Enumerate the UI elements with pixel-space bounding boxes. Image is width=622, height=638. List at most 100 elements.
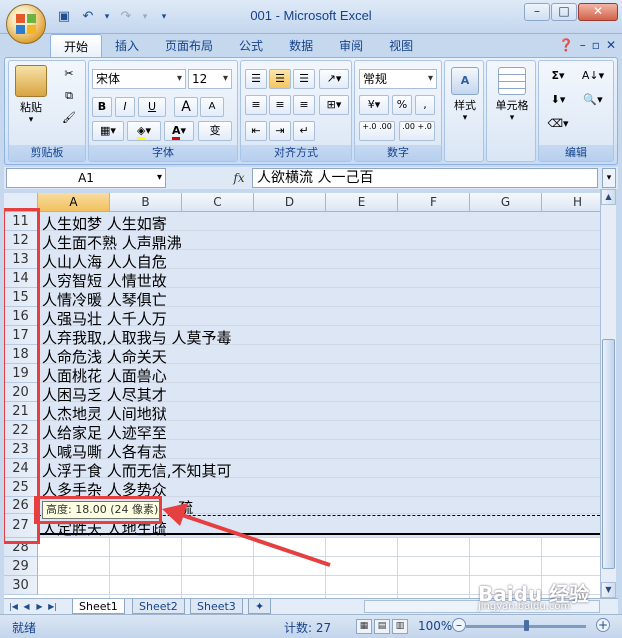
zoom-level[interactable]: 100% [418,619,452,633]
align-right-button[interactable]: ≡ [293,95,315,115]
increase-indent-button[interactable]: ⇥ [269,121,291,141]
grow-font-button[interactable]: A [174,97,198,117]
next-sheet-icon[interactable]: ▶ [34,600,45,613]
normal-view-icon[interactable]: ▦ [356,619,372,634]
sheet-tab-2[interactable]: Sheet2 [132,599,185,614]
number-format-select[interactable]: 常规 [359,69,437,89]
ribbon-close-icon[interactable]: ✕ [606,38,616,52]
tab-page-layout[interactable]: 页面布局 [152,34,226,58]
clear-button[interactable]: ⌫▾ [543,115,573,135]
tab-home[interactable]: 开始 [50,34,103,58]
status-bar: 就绪 计数: 27 ▦ ▤ ▥ 100% – + [0,614,622,638]
find-select-button[interactable]: 🔍▾ [577,91,609,111]
percent-button[interactable]: % [392,95,412,115]
ribbon: 粘贴 ▾ ✂ ⧉ 🖌 剪贴板 宋体 12 B I U A A ▦▾ ◈▾ A▾ … [4,57,618,165]
cells-icon [498,67,526,95]
font-group: 宋体 12 B I U A A ▦▾ ◈▾ A▾ 变 字体 [88,60,238,162]
cut-icon[interactable]: ✂ [59,65,79,85]
worksheet-grid[interactable]: A B C D E F G H 11 人生如梦 人生如寄 12 人生面不熟 人声鼎沸 13 人山人海 人人… [4,193,600,598]
first-sheet-icon[interactable]: |◀ [8,600,19,613]
phonetic-button[interactable]: 变 [198,121,232,141]
alignment-group: ☰ ☰ ☰ ↗▾ ≡ ≡ ≡ ⊞▾ ⇤ ⇥ ↵ 对齐方式 [240,60,352,162]
decrease-decimal-button[interactable]: .00 +.0 [399,121,435,141]
font-color-button[interactable]: A▾ [164,121,194,141]
italic-button[interactable]: I [115,97,135,117]
number-group-title: 数字 [355,145,441,161]
align-bottom-button[interactable]: ☰ [293,69,315,89]
font-group-title: 字体 [89,145,237,161]
insert-function-button[interactable]: fx [226,169,252,187]
maximize-button[interactable]: □ [551,3,577,21]
paste-button[interactable]: 粘贴 ▾ [13,65,49,125]
format-painter-icon[interactable]: 🖌 [59,109,79,129]
scroll-up-icon[interactable]: ▲ [601,189,616,205]
office-logo-icon [15,13,37,35]
help-icon[interactable]: ❓ [559,38,574,52]
zoom-slider-thumb[interactable] [524,620,529,631]
font-size-select[interactable]: 12 [188,69,232,89]
zoom-out-icon[interactable]: – [452,618,466,632]
tab-view[interactable]: 视图 [376,34,426,58]
underline-button[interactable]: U [138,97,166,117]
last-sheet-icon[interactable]: ▶| [47,600,58,613]
status-ready: 就绪 [12,621,37,635]
sheet-tab-3[interactable]: Sheet3 [190,599,243,614]
autosum-button[interactable]: Σ▾ [543,67,573,87]
shrink-font-button[interactable]: A [200,97,224,117]
cells-button[interactable]: 单元格 ▾ [489,67,535,123]
tab-review[interactable]: 审阅 [326,34,376,58]
prev-sheet-icon[interactable]: ◀ [21,600,32,613]
number-group: 常规 ¥▾ % , +.0 .00 .00 +.0 数字 [354,60,442,162]
editing-group-title: 编辑 [539,145,613,161]
paste-icon [15,65,47,97]
vertical-scroll-thumb[interactable] [602,339,615,569]
styles-button[interactable]: A 样式 ▾ [448,67,482,123]
vertical-scrollbar[interactable]: ▲ ▼ [600,189,616,598]
minimize-button[interactable]: – [524,3,550,21]
align-left-button[interactable]: ≡ [245,95,267,115]
fill-color-icon: ◈ [137,124,146,140]
page-layout-view-icon[interactable]: ▤ [374,619,390,634]
formula-input[interactable]: 人欲横流 人一己百 [252,168,598,188]
tab-formulas[interactable]: 公式 [226,34,276,58]
ribbon-tabs: 开始 插入 页面布局 公式 数据 审阅 视图 [50,34,426,58]
merge-button[interactable]: ⊞▾ [319,95,349,115]
insert-sheet-icon[interactable]: ✦ [248,599,272,614]
font-color-icon: A [171,124,181,140]
comma-button[interactable]: , [415,95,435,115]
copy-icon[interactable]: ⧉ [59,87,79,107]
alignment-group-title: 对齐方式 [241,145,351,161]
annotation-arrow-icon [162,503,331,567]
wrap-text-button[interactable]: ↵ [293,121,315,141]
align-top-button[interactable]: ☰ [245,69,267,89]
fill-button[interactable]: ⬇▾ [543,91,573,111]
bold-button[interactable]: B [92,97,112,117]
decrease-indent-button[interactable]: ⇤ [245,121,267,141]
align-middle-button[interactable]: ☰ [269,69,291,89]
expand-formula-bar-icon[interactable]: ▾ [602,168,616,188]
styles-group: A 样式 ▾ [444,60,484,162]
tab-data[interactable]: 数据 [276,34,326,58]
border-button[interactable]: ▦▾ [92,121,124,141]
office-button[interactable] [6,4,46,44]
sheet-tab-1[interactable]: Sheet1 [72,599,125,614]
styles-icon: A [451,67,479,95]
align-center-button[interactable]: ≡ [269,95,291,115]
name-box[interactable]: A1 [6,168,166,188]
fill-color-button[interactable]: ◈▾ [127,121,161,141]
scroll-down-icon[interactable]: ▼ [601,582,616,598]
font-name-select[interactable]: 宋体 [92,69,186,89]
ribbon-minimize-icon[interactable]: – [580,38,586,52]
currency-button[interactable]: ¥▾ [359,95,389,115]
tab-insert[interactable]: 插入 [102,34,152,58]
zoom-in-icon[interactable]: + [596,618,610,632]
increase-decimal-button[interactable]: +.0 .00 [359,121,395,141]
page-break-view-icon[interactable]: ▥ [392,619,408,634]
editing-group: Σ▾ A↓▾ ⬇▾ 🔍▾ ⌫▾ 编辑 [538,60,614,162]
ribbon-restore-icon[interactable]: ▫ [592,38,600,52]
cells-group: 单元格 ▾ [486,60,536,162]
orientation-button[interactable]: ↗▾ [319,69,349,89]
sort-filter-button[interactable]: A↓▾ [577,67,609,87]
watermark-url: jingyan.baidu.com [478,601,571,612]
close-button[interactable]: ✕ [578,3,618,21]
